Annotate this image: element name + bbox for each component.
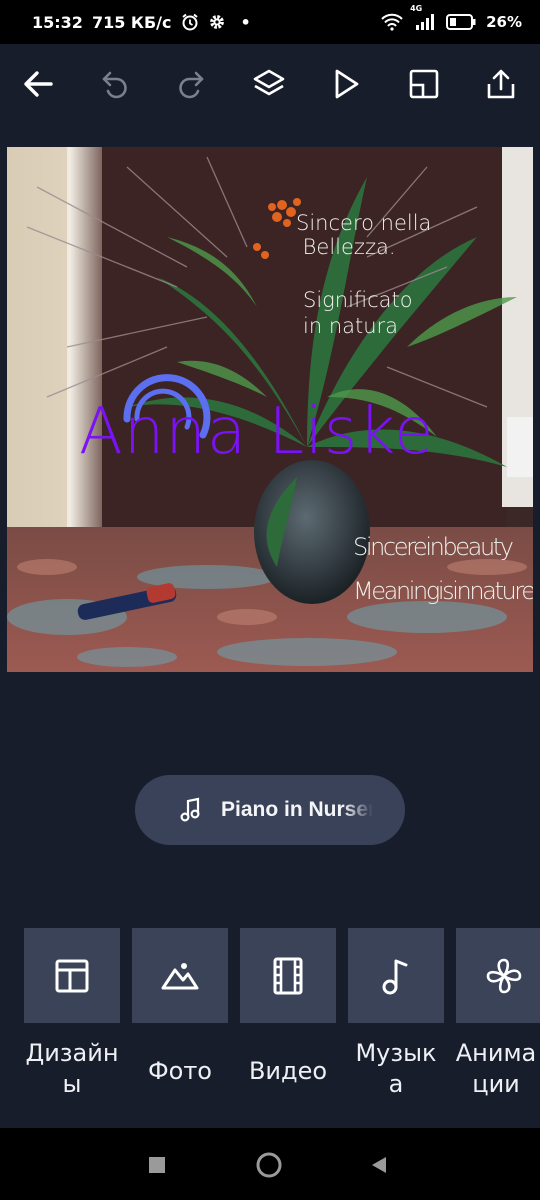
music-note-icon (180, 797, 200, 822)
back-nav-button[interactable] (364, 1150, 394, 1180)
caption-english-2[interactable]: Meaningisinnature (353, 577, 533, 605)
status-time: 15:32 (32, 12, 83, 32)
category-tile[interactable] (24, 928, 120, 1023)
gear-icon (208, 13, 226, 31)
status-dot: • (240, 12, 251, 32)
back-button[interactable] (18, 64, 58, 104)
category-tile[interactable] (348, 928, 444, 1023)
status-speed: 715 КБ/с (91, 12, 172, 32)
home-button[interactable] (254, 1150, 284, 1180)
category-photo[interactable]: Фото (132, 928, 228, 1085)
category-label: Фото (147, 1057, 212, 1085)
play-button[interactable] (326, 64, 366, 104)
status-bar: 15:32 715 КБ/с • 4G 26% (0, 0, 540, 44)
resize-button[interactable] (404, 64, 444, 104)
caption-italian-1[interactable]: Sincero nella Bellezza. (296, 211, 431, 259)
name-title[interactable]: Anna Liske (79, 395, 434, 469)
triangle-back-icon (372, 1157, 386, 1173)
category-animations[interactable]: Анима ции (456, 928, 540, 1098)
back-arrow-icon (24, 71, 53, 97)
category-tile[interactable] (240, 928, 336, 1023)
signal-icon: 4G (410, 4, 436, 30)
battery-icon (446, 14, 476, 30)
photo-icon (161, 962, 199, 989)
design-canvas[interactable]: Sincero nella Bellezza. Significato in n… (7, 147, 533, 672)
recents-button[interactable] (142, 1150, 172, 1180)
pinwheel-icon (486, 958, 522, 993)
battery-percent: 26% (486, 13, 522, 31)
undo-button[interactable] (95, 64, 135, 104)
caption-italian-2[interactable]: Significato in natura (303, 287, 413, 339)
play-icon (335, 69, 359, 99)
share-icon (487, 69, 515, 99)
layers-button[interactable] (249, 64, 289, 104)
category-label: Музык а (355, 1039, 437, 1098)
wifi-icon (380, 13, 404, 31)
category-video[interactable]: Видео (240, 928, 336, 1085)
category-tile[interactable] (132, 928, 228, 1023)
circle-icon (256, 1152, 282, 1178)
category-label: Видео (248, 1057, 328, 1085)
category-designs[interactable]: Дизайн ы (24, 928, 120, 1098)
audio-track-button[interactable]: Piano in Nursery (135, 775, 405, 845)
music-note-icon (382, 959, 408, 994)
square-icon (149, 1157, 165, 1173)
category-music[interactable]: Музык а (348, 928, 444, 1098)
system-nav-bar (0, 1128, 540, 1200)
audio-track-title: Piano in Nursery (221, 798, 373, 821)
layers-icon (253, 69, 285, 96)
redo-button[interactable] (171, 64, 211, 104)
share-button[interactable] (481, 64, 521, 104)
resize-icon (409, 69, 439, 99)
editor-toolbar (0, 44, 540, 124)
redo-icon (179, 71, 204, 99)
caption-english-1[interactable]: Sincereinbeauty (353, 533, 514, 561)
category-label: Анима ции (455, 1039, 537, 1098)
undo-icon (102, 71, 127, 99)
category-tile[interactable] (456, 928, 540, 1023)
network-label: 4G (410, 4, 423, 13)
category-label: Дизайн ы (25, 1039, 119, 1098)
film-icon (273, 957, 303, 994)
layout-icon (55, 959, 89, 992)
alarm-icon (181, 13, 199, 31)
